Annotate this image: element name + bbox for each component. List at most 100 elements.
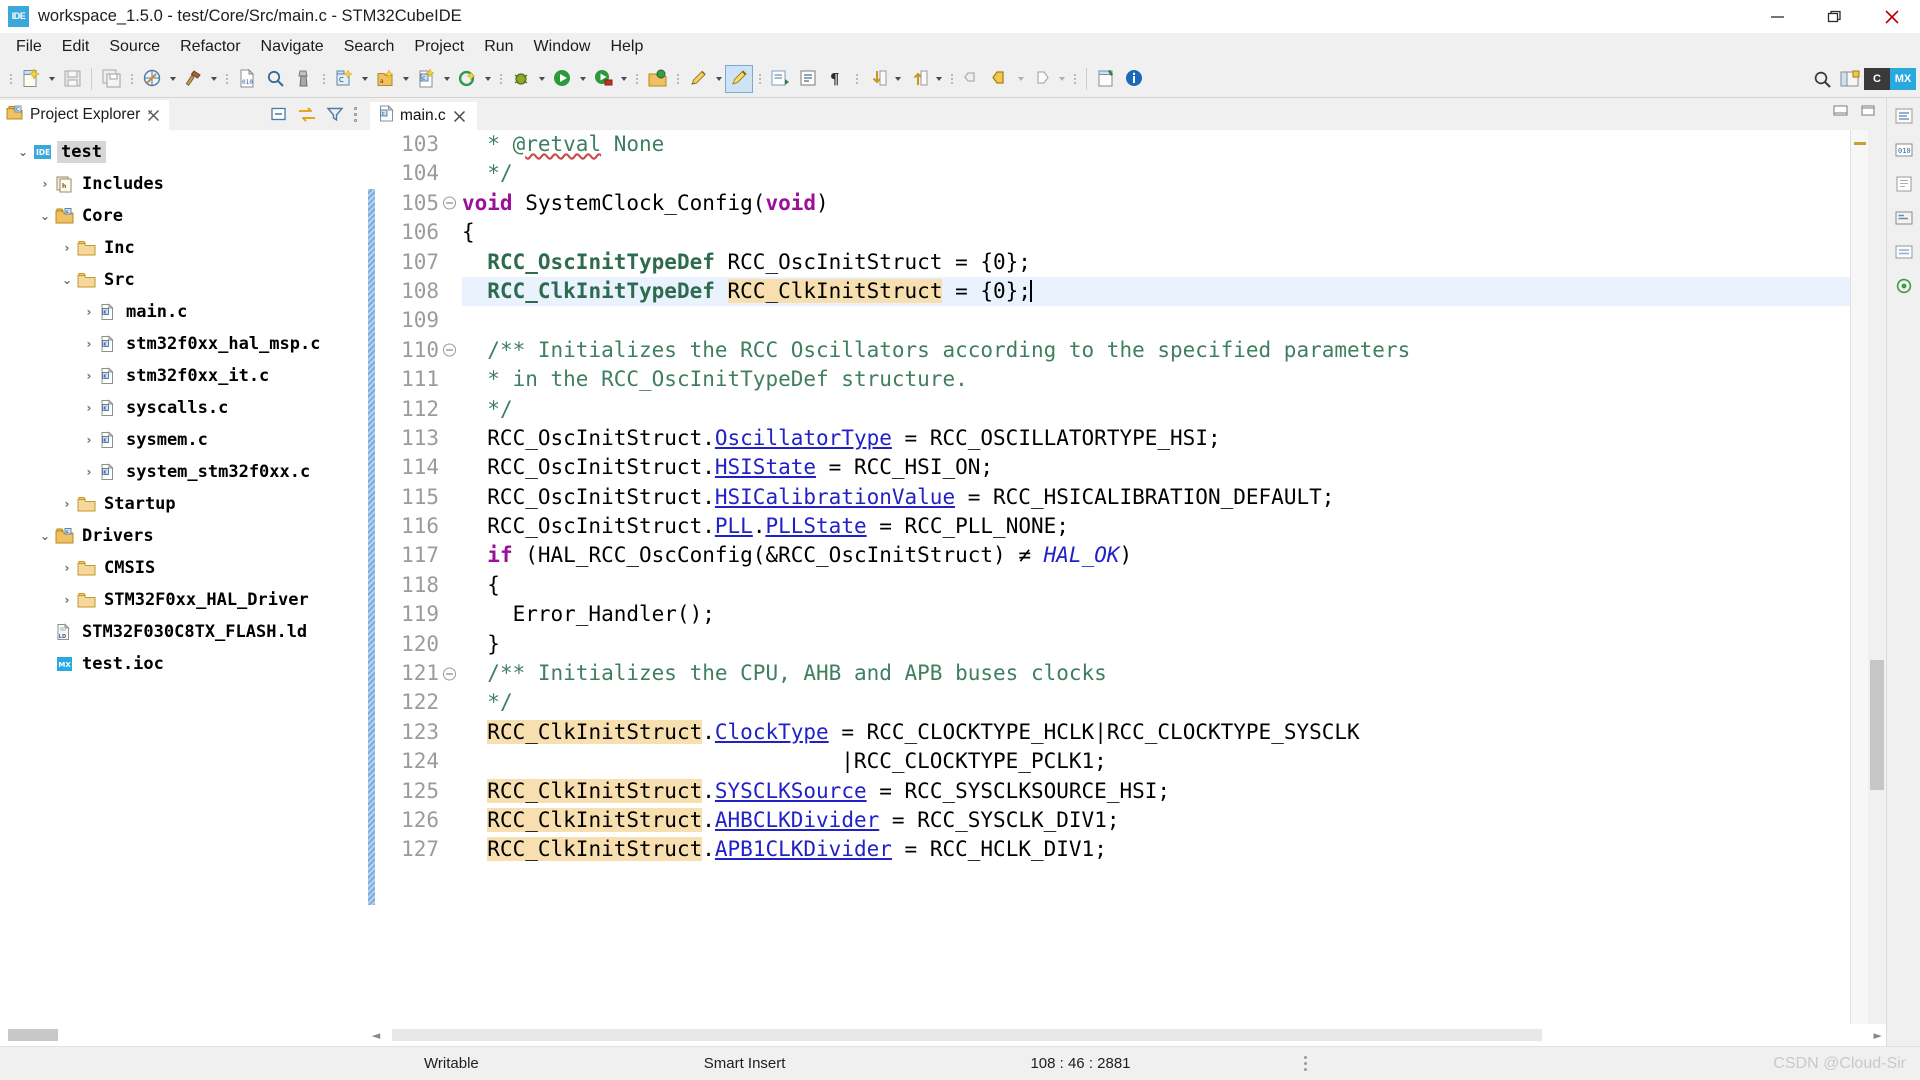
mx-perspective-badge[interactable]: MX (1890, 68, 1916, 90)
maximize-view-icon[interactable] (1858, 101, 1878, 119)
view-filter-icon[interactable] (322, 101, 348, 127)
chevron-right-icon[interactable]: › (80, 465, 98, 479)
minimize-view-icon[interactable] (1830, 101, 1850, 119)
status-menu-icon[interactable] (1301, 1054, 1311, 1074)
tree-item-test-ioc[interactable]: MXtest.ioc (0, 648, 366, 680)
code-line[interactable]: if (HAL_RCC_OscConfig(&RCC_OscInitStruct… (462, 541, 1850, 570)
chevron-right-icon[interactable]: › (36, 177, 54, 191)
code-line[interactable]: /** Initializes the CPU, AHB and APB bus… (462, 659, 1850, 688)
scrollbar-thumb[interactable] (8, 1029, 58, 1041)
scroll-right-icon[interactable]: ► (1874, 1029, 1882, 1042)
close-icon[interactable] (1863, 0, 1920, 33)
chevron-right-icon[interactable]: › (80, 305, 98, 319)
pencil-edit-icon[interactable] (684, 65, 712, 93)
code-line[interactable]: RCC_ClkInitStruct.AHBCLKDivider = RCC_SY… (462, 806, 1850, 835)
code-line[interactable]: RCC_OscInitTypeDef RCC_OscInitStruct = {… (462, 248, 1850, 277)
code-line[interactable]: { (462, 571, 1850, 600)
tree-item-main-c[interactable]: ›cmain.c (0, 296, 366, 328)
new-window-icon[interactable] (1092, 65, 1120, 93)
build-all-icon[interactable] (289, 65, 317, 93)
run-icon[interactable] (548, 65, 576, 93)
menu-file[interactable]: File (6, 35, 52, 59)
menu-refactor[interactable]: Refactor (170, 35, 250, 59)
code-line[interactable]: */ (462, 159, 1850, 188)
console-view-icon[interactable] (1891, 206, 1917, 230)
code-line[interactable]: RCC_OscInitStruct.HSIState = RCC_HSI_ON; (462, 453, 1850, 482)
run-external-dropdown-arrow[interactable] (617, 65, 630, 93)
new-class-dropdown-arrow[interactable] (481, 65, 494, 93)
code-line[interactable]: RCC_ClkInitStruct.ClockType = RCC_CLOCKT… (462, 718, 1850, 747)
toolbar-drag-handle[interactable] (948, 69, 955, 89)
tree-item-stm32f0xx-hal-driver[interactable]: ›STM32F0xx_HAL_Driver (0, 584, 366, 616)
toolbar-drag-handle[interactable] (674, 69, 681, 89)
tree-item-stm32f0xx-hal-msp-c[interactable]: ›cstm32f0xx_hal_msp.c (0, 328, 366, 360)
code-line[interactable]: RCC_OscInitStruct.PLL.PLLState = RCC_PLL… (462, 512, 1850, 541)
code-line[interactable]: { (462, 218, 1850, 247)
code-line[interactable]: */ (462, 688, 1850, 717)
tree-item-stm32f030c8tx-flash-ld[interactable]: LDSTM32F030C8TX_FLASH.ld (0, 616, 366, 648)
forward-arrow-icon[interactable] (1027, 65, 1055, 93)
problems-view-icon[interactable] (1891, 240, 1917, 264)
tree-item-test[interactable]: ⌄IDEtest (0, 136, 366, 168)
chevron-right-icon[interactable]: › (58, 593, 76, 607)
run-dropdown-arrow[interactable] (576, 65, 589, 93)
forward-arrow-dropdown-arrow[interactable] (1055, 65, 1068, 93)
new-class-icon[interactable] (453, 65, 481, 93)
code-line[interactable]: void SystemClock_Config(void) (462, 189, 1850, 218)
toolbar-drag-handle[interactable] (128, 69, 135, 89)
scrollbar-thumb[interactable] (1870, 660, 1884, 790)
outline-view-icon[interactable] (1891, 104, 1917, 128)
toolbar-drag-handle[interactable] (1071, 69, 1078, 89)
next-member-icon[interactable] (863, 65, 891, 93)
view-menu-icon[interactable] (350, 102, 360, 126)
chevron-right-icon[interactable]: › (80, 401, 98, 415)
properties-view-icon[interactable] (1891, 274, 1917, 298)
overview-ruler[interactable] (1850, 130, 1868, 1024)
code-line[interactable]: RCC_ClkInitTypeDef RCC_ClkInitStruct = {… (462, 277, 1850, 306)
code-line[interactable]: RCC_OscInitStruct.OscillatorType = RCC_O… (462, 424, 1850, 453)
menu-navigate[interactable]: Navigate (251, 35, 334, 59)
previous-member-icon[interactable] (904, 65, 932, 93)
tree-item-stm32f0xx-it-c[interactable]: ›cstm32f0xx_it.c (0, 360, 366, 392)
project-tree[interactable]: ⌄IDEtest›hIncludes⌄cCore›Inc⌄Src›cmain.c… (0, 130, 366, 1024)
menu-help[interactable]: Help (600, 35, 653, 59)
code-line[interactable]: RCC_OscInitStruct.HSICalibrationValue = … (462, 483, 1850, 512)
run-external-icon[interactable] (589, 65, 617, 93)
scroll-left-icon[interactable]: ◄ (366, 1029, 386, 1042)
chevron-down-icon[interactable]: ⌄ (14, 145, 32, 159)
new-c-file-dropdown-arrow[interactable] (440, 65, 453, 93)
chevron-right-icon[interactable]: › (58, 497, 76, 511)
editor-vscrollbar[interactable] (1868, 130, 1886, 1024)
chevron-down-icon[interactable]: ⌄ (58, 273, 76, 287)
new-file-icon[interactable] (17, 65, 45, 93)
save-icon[interactable] (58, 65, 86, 93)
binary-file-icon[interactable]: 010 (233, 65, 261, 93)
debug-bug-dropdown-arrow[interactable] (535, 65, 548, 93)
code-content[interactable]: * @retval None */void SystemClock_Config… (442, 130, 1850, 1024)
new-cpp-project-icon[interactable]: C (330, 65, 358, 93)
toolbar-drag-handle[interactable] (633, 69, 640, 89)
menu-window[interactable]: Window (524, 35, 601, 59)
toolbar-drag-handle[interactable] (756, 69, 763, 89)
code-line[interactable]: * @retval None (462, 130, 1850, 159)
toolbar-drag-handle[interactable] (853, 69, 860, 89)
chevron-right-icon[interactable]: › (80, 337, 98, 351)
chevron-right-icon[interactable]: › (80, 433, 98, 447)
menu-project[interactable]: Project (404, 35, 474, 59)
debug-config-icon[interactable] (138, 65, 166, 93)
tab-main-c[interactable]: c main.c (370, 100, 477, 130)
scrollbar-thumb[interactable] (392, 1029, 1542, 1041)
debug-config-dropdown-arrow[interactable] (166, 65, 179, 93)
next-member-dropdown-arrow[interactable] (891, 65, 904, 93)
new-cpp-project-dropdown-arrow[interactable] (358, 65, 371, 93)
project-tree-hscrollbar[interactable] (0, 1024, 366, 1046)
toolbar-drag-handle[interactable] (7, 69, 14, 89)
save-all-icon[interactable] (97, 65, 125, 93)
chevron-right-icon[interactable]: › (80, 369, 98, 383)
open-resource-icon[interactable] (643, 65, 671, 93)
search-icon[interactable] (1808, 65, 1836, 93)
restore-icon[interactable] (1806, 0, 1863, 33)
code-line[interactable]: RCC_ClkInitStruct.SYSCLKSource = RCC_SYS… (462, 777, 1850, 806)
back-arrow-dropdown-arrow[interactable] (1014, 65, 1027, 93)
pencil-edit-dropdown-arrow[interactable] (712, 65, 725, 93)
